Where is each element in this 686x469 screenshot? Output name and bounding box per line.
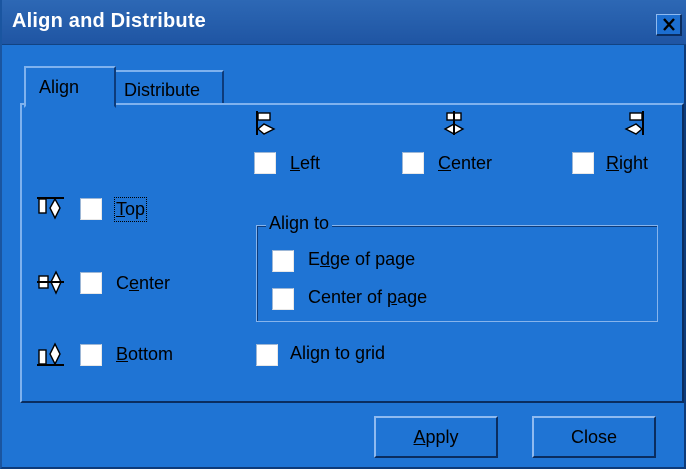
close-button-label: Close	[570, 426, 618, 447]
apply-button-label: Apply	[413, 426, 459, 447]
center-vertical-checkbox[interactable]	[80, 272, 102, 294]
edge-of-page-label[interactable]: Edge of page	[308, 249, 415, 270]
bottom-checkbox[interactable]	[80, 344, 102, 366]
align-to-grid-checkbox[interactable]	[256, 344, 278, 366]
center-vertical-label[interactable]: Center	[116, 273, 170, 294]
close-icon	[662, 18, 675, 31]
left-checkbox[interactable]	[254, 152, 276, 174]
tab-distribute[interactable]: Distribute	[112, 70, 224, 104]
align-center-horizontal-icon	[443, 111, 465, 135]
center-horizontal-checkbox[interactable]	[402, 152, 424, 174]
right-checkbox[interactable]	[572, 152, 594, 174]
top-label[interactable]: Top	[113, 197, 148, 222]
left-label[interactable]: Left	[290, 153, 320, 174]
align-left-icon	[256, 111, 276, 135]
center-horizontal-label[interactable]: Center	[438, 153, 492, 174]
right-label[interactable]: Right	[606, 153, 648, 174]
tab-align[interactable]: Align	[24, 66, 116, 108]
align-distribute-dialog: Align and Distribute Align Distribute Le…	[0, 0, 686, 469]
center-of-page-checkbox[interactable]	[272, 288, 294, 310]
tab-distribute-label: Distribute	[124, 80, 201, 100]
edge-of-page-checkbox[interactable]	[272, 250, 294, 272]
align-to-grid-label[interactable]: Align to grid	[290, 343, 385, 364]
align-right-icon	[624, 111, 644, 135]
tab-align-label: Align	[39, 77, 80, 97]
apply-button[interactable]: Apply	[374, 416, 498, 458]
align-to-group-label: Align to	[266, 213, 333, 234]
align-top-icon	[37, 197, 64, 220]
center-of-page-label[interactable]: Center of page	[308, 287, 427, 308]
align-bottom-icon	[37, 342, 64, 366]
close-window-button[interactable]	[656, 14, 682, 36]
top-checkbox[interactable]	[80, 198, 102, 220]
close-button[interactable]: Close	[532, 416, 656, 458]
align-center-vertical-icon	[37, 270, 64, 295]
window-title: Align and Distribute	[12, 10, 206, 32]
bottom-label[interactable]: Bottom	[116, 344, 173, 365]
title-bar: Align and Distribute	[2, 0, 686, 45]
